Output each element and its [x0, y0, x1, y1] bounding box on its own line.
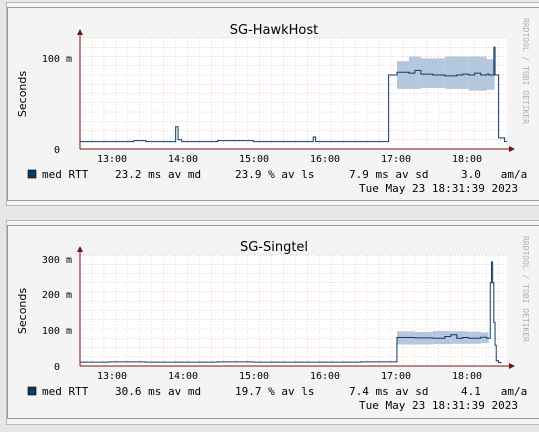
x-tick-label: 17:00	[381, 371, 411, 382]
legend-label: med RTT	[42, 168, 89, 181]
x-tick-label: 16:00	[310, 371, 340, 382]
rtt-chart-singtel: SG-Singtel Seconds RRDTOOL / TOBI OETIKE…	[16, 236, 530, 412]
x-tick-label: 14:00	[168, 154, 198, 165]
y-tick-label: 100 m	[42, 54, 72, 65]
stat-avg: 23.2 ms av md	[115, 168, 201, 181]
x-tick-label: 17:00	[381, 154, 411, 165]
rtt-spread-band	[396, 61, 409, 89]
stat-sd: 7.9 ms av sd	[349, 168, 428, 181]
stat-loss: 19.7 % av ls	[235, 385, 314, 398]
y-tick-label: 0	[54, 362, 60, 373]
rtt-spread-band	[444, 56, 469, 89]
y-tick-label: 200 m	[42, 290, 72, 301]
x-tick-label: 15:00	[239, 154, 269, 165]
graph-image-singtel[interactable]: SG-Singtel Seconds RRDTOOL / TOBI OETIKE…	[7, 225, 539, 419]
x-tick-label: 13:00	[97, 371, 127, 382]
timestamp: Tue May 23 18:31:39 2023	[359, 399, 518, 412]
stat-avg: 30.6 ms av md	[115, 385, 201, 398]
y-axis-arrow	[77, 246, 83, 252]
y-tick-label: 0	[54, 145, 60, 156]
stat-am: 3.0 am/a	[461, 168, 527, 181]
x-tick-label: 14:00	[168, 371, 198, 382]
x-axis-arrow	[509, 363, 515, 369]
rtt-spread-band	[468, 331, 481, 344]
timestamp: Tue May 23 18:31:39 2023	[359, 182, 518, 195]
rtt-spread-band	[420, 58, 445, 88]
legend-swatch	[27, 386, 37, 396]
y-tick-label: 100 m	[42, 326, 72, 337]
x-tick-label: 13:00	[97, 154, 127, 165]
stat-sd: 7.4 ms av sd	[349, 385, 428, 398]
chart-title: SG-Singtel	[240, 240, 308, 255]
graph-image-hawkhost[interactable]: SG-HawkHost Seconds RRDTOOL / TOBI OETIK…	[7, 7, 539, 201]
y-tick-label: 300 m	[42, 255, 72, 266]
stat-loss: 23.9 % av ls	[235, 168, 314, 181]
watermark-text: RRDTOOL / TOBI OETIKER	[521, 236, 530, 342]
rtt-spread-band	[432, 330, 451, 345]
x-tick-label: 15:00	[239, 371, 269, 382]
plot-area	[77, 246, 515, 369]
stat-am: 4.1 am/a	[461, 385, 527, 398]
watermark-text: RRDTOOL / TOBI OETIKER	[521, 18, 530, 124]
y-axis-arrow	[77, 29, 83, 35]
plot-area	[77, 29, 515, 152]
rtt-spread-band	[480, 332, 489, 344]
legend-swatch	[27, 169, 37, 179]
chart-title: SG-HawkHost	[230, 23, 319, 38]
legend-label: med RTT	[42, 385, 89, 398]
y-axis-label: Seconds	[16, 71, 29, 117]
x-axis-arrow	[509, 146, 515, 152]
x-tick-label: 16:00	[310, 154, 340, 165]
x-tick-label: 18:00	[452, 371, 482, 382]
x-tick-label: 18:00	[452, 154, 482, 165]
rtt-chart-hawkhost: SG-HawkHost Seconds RRDTOOL / TOBI OETIK…	[16, 18, 530, 195]
y-axis-label: Seconds	[16, 288, 29, 334]
